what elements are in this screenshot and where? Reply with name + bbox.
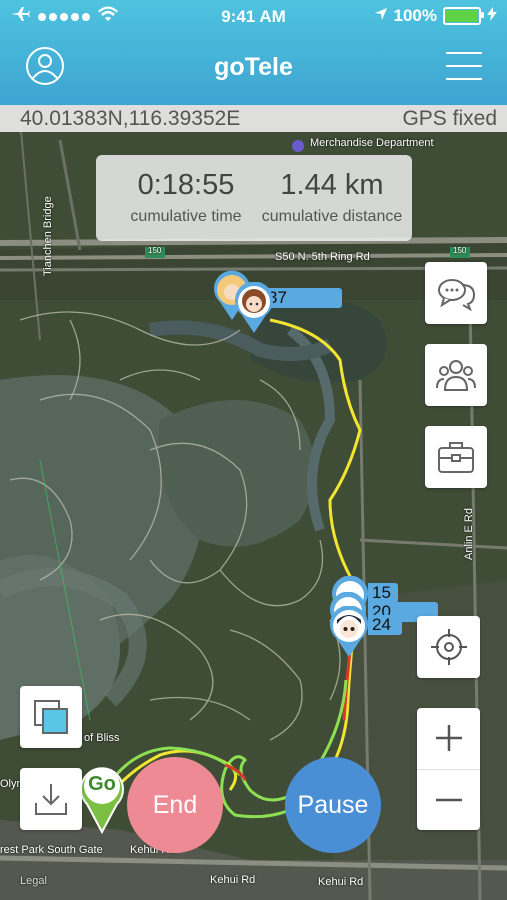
- map-label-shield-150-b: 150: [453, 246, 467, 255]
- pause-button[interactable]: Pause: [285, 757, 381, 853]
- status-bar: 9:41 AM 100%: [0, 0, 507, 34]
- map-label-kehui-rd-1: Kehui Rd: [210, 874, 256, 886]
- cumulative-distance-label: cumulative distance: [261, 208, 403, 225]
- member-count-tag-top: 37: [264, 288, 342, 308]
- cumulative-time-value: 0:18:55: [137, 169, 235, 201]
- menu-button[interactable]: [444, 50, 484, 82]
- map-label-shield-150: 150: [148, 246, 162, 255]
- minus-icon: [435, 798, 462, 802]
- toolbox-icon: [438, 442, 474, 473]
- map-label-tianchen-bridge: Tianchen Bridge: [42, 196, 54, 276]
- download-button[interactable]: [20, 768, 82, 830]
- cumulative-time-stat: 0:18:55 cumulative time: [110, 169, 262, 226]
- group-icon: [436, 360, 476, 391]
- zoom-out-button[interactable]: [417, 770, 480, 830]
- map-label-bliss: of Bliss: [84, 732, 120, 744]
- layers-button[interactable]: [20, 686, 82, 748]
- zoom-control: [417, 708, 480, 830]
- map-label-anlin-rd: Anlin E Rd: [463, 508, 475, 560]
- toolbox-button[interactable]: [425, 426, 487, 488]
- battery-percent: 100%: [393, 6, 437, 25]
- chat-bubbles-icon: [438, 279, 476, 311]
- map-label-ring-road: S50 N. 5th Ring Rd: [275, 251, 370, 263]
- avatar-pin-icon: [330, 605, 368, 657]
- cumulative-time-label: cumulative time: [130, 208, 242, 225]
- app-title: goTele: [214, 53, 293, 81]
- location-arrow-icon: [374, 6, 388, 26]
- start-go-marker[interactable]: Go: [79, 762, 125, 839]
- app-header: 9:41 AM 100% goTele: [0, 0, 507, 105]
- member-avatar-marker-5[interactable]: [327, 605, 371, 663]
- status-right: 100%: [374, 6, 497, 26]
- zoom-in-button[interactable]: [417, 708, 480, 768]
- plus-icon: [435, 725, 462, 751]
- download-icon: [35, 784, 67, 815]
- member-count-tag-3: 24: [368, 615, 402, 635]
- locate-me-button[interactable]: [417, 616, 480, 678]
- gps-status: GPS fixed: [402, 107, 497, 130]
- avatar-pin-icon: [235, 281, 273, 333]
- end-button[interactable]: End: [127, 757, 223, 853]
- member-count-tag-1: 15: [368, 583, 398, 603]
- battery-icon: [443, 7, 484, 25]
- coordinate-bar: 40.01383N,116.39352E GPS fixed: [0, 105, 507, 132]
- current-coordinates: 40.01383N,116.39352E: [20, 107, 241, 130]
- map-label-merchandise: Merchandise Department: [310, 137, 434, 149]
- group-members-button[interactable]: [425, 344, 487, 406]
- cumulative-distance-stat: 1.44 km cumulative distance: [254, 169, 410, 226]
- crosshair-icon: [430, 629, 467, 665]
- map-legal-link[interactable]: Legal: [20, 875, 47, 887]
- member-avatar-marker-2[interactable]: [233, 281, 275, 339]
- chat-button[interactable]: [425, 262, 487, 324]
- charging-icon: [487, 6, 497, 26]
- map-label-kehui-rd-2: Kehui Rd: [318, 876, 364, 888]
- stats-panel: 0:18:55 cumulative time 1.44 km cumulati…: [96, 155, 412, 241]
- cumulative-distance-value: 1.44 km: [280, 169, 384, 201]
- map-label-south-gate: rest Park South Gate: [0, 844, 103, 856]
- go-label: Go: [88, 773, 116, 795]
- layers-icon: [34, 700, 68, 734]
- hamburger-menu-icon: [446, 52, 482, 80]
